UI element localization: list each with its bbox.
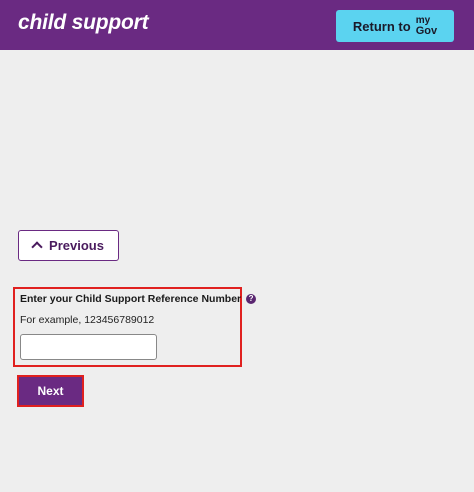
- return-to-mygov-button[interactable]: Return to my Gov: [336, 10, 454, 42]
- next-button[interactable]: Next: [17, 375, 84, 407]
- previous-label: Previous: [49, 238, 104, 253]
- brand-title: child support: [18, 11, 149, 34]
- reference-number-label: Enter your Child Support Reference Numbe…: [20, 293, 257, 305]
- return-label: Return to: [352, 18, 411, 34]
- reference-label-text: Enter your Child Support Reference Numbe…: [20, 293, 242, 305]
- mygov-logo-bottom: Gov: [415, 25, 438, 37]
- page: child support Return to my Gov Previous …: [0, 0, 474, 492]
- reference-number-input[interactable]: [20, 334, 157, 360]
- reference-number-group: Enter your Child Support Reference Numbe…: [13, 287, 257, 367]
- mygov-logo: my Gov: [415, 16, 438, 37]
- chevron-up-icon: [31, 241, 43, 253]
- reference-example-hint: For example, 123456789012: [20, 314, 155, 326]
- previous-button[interactable]: Previous: [18, 230, 119, 261]
- help-icon[interactable]: ?: [246, 293, 257, 304]
- header-bar: child support Return to my Gov: [0, 0, 474, 50]
